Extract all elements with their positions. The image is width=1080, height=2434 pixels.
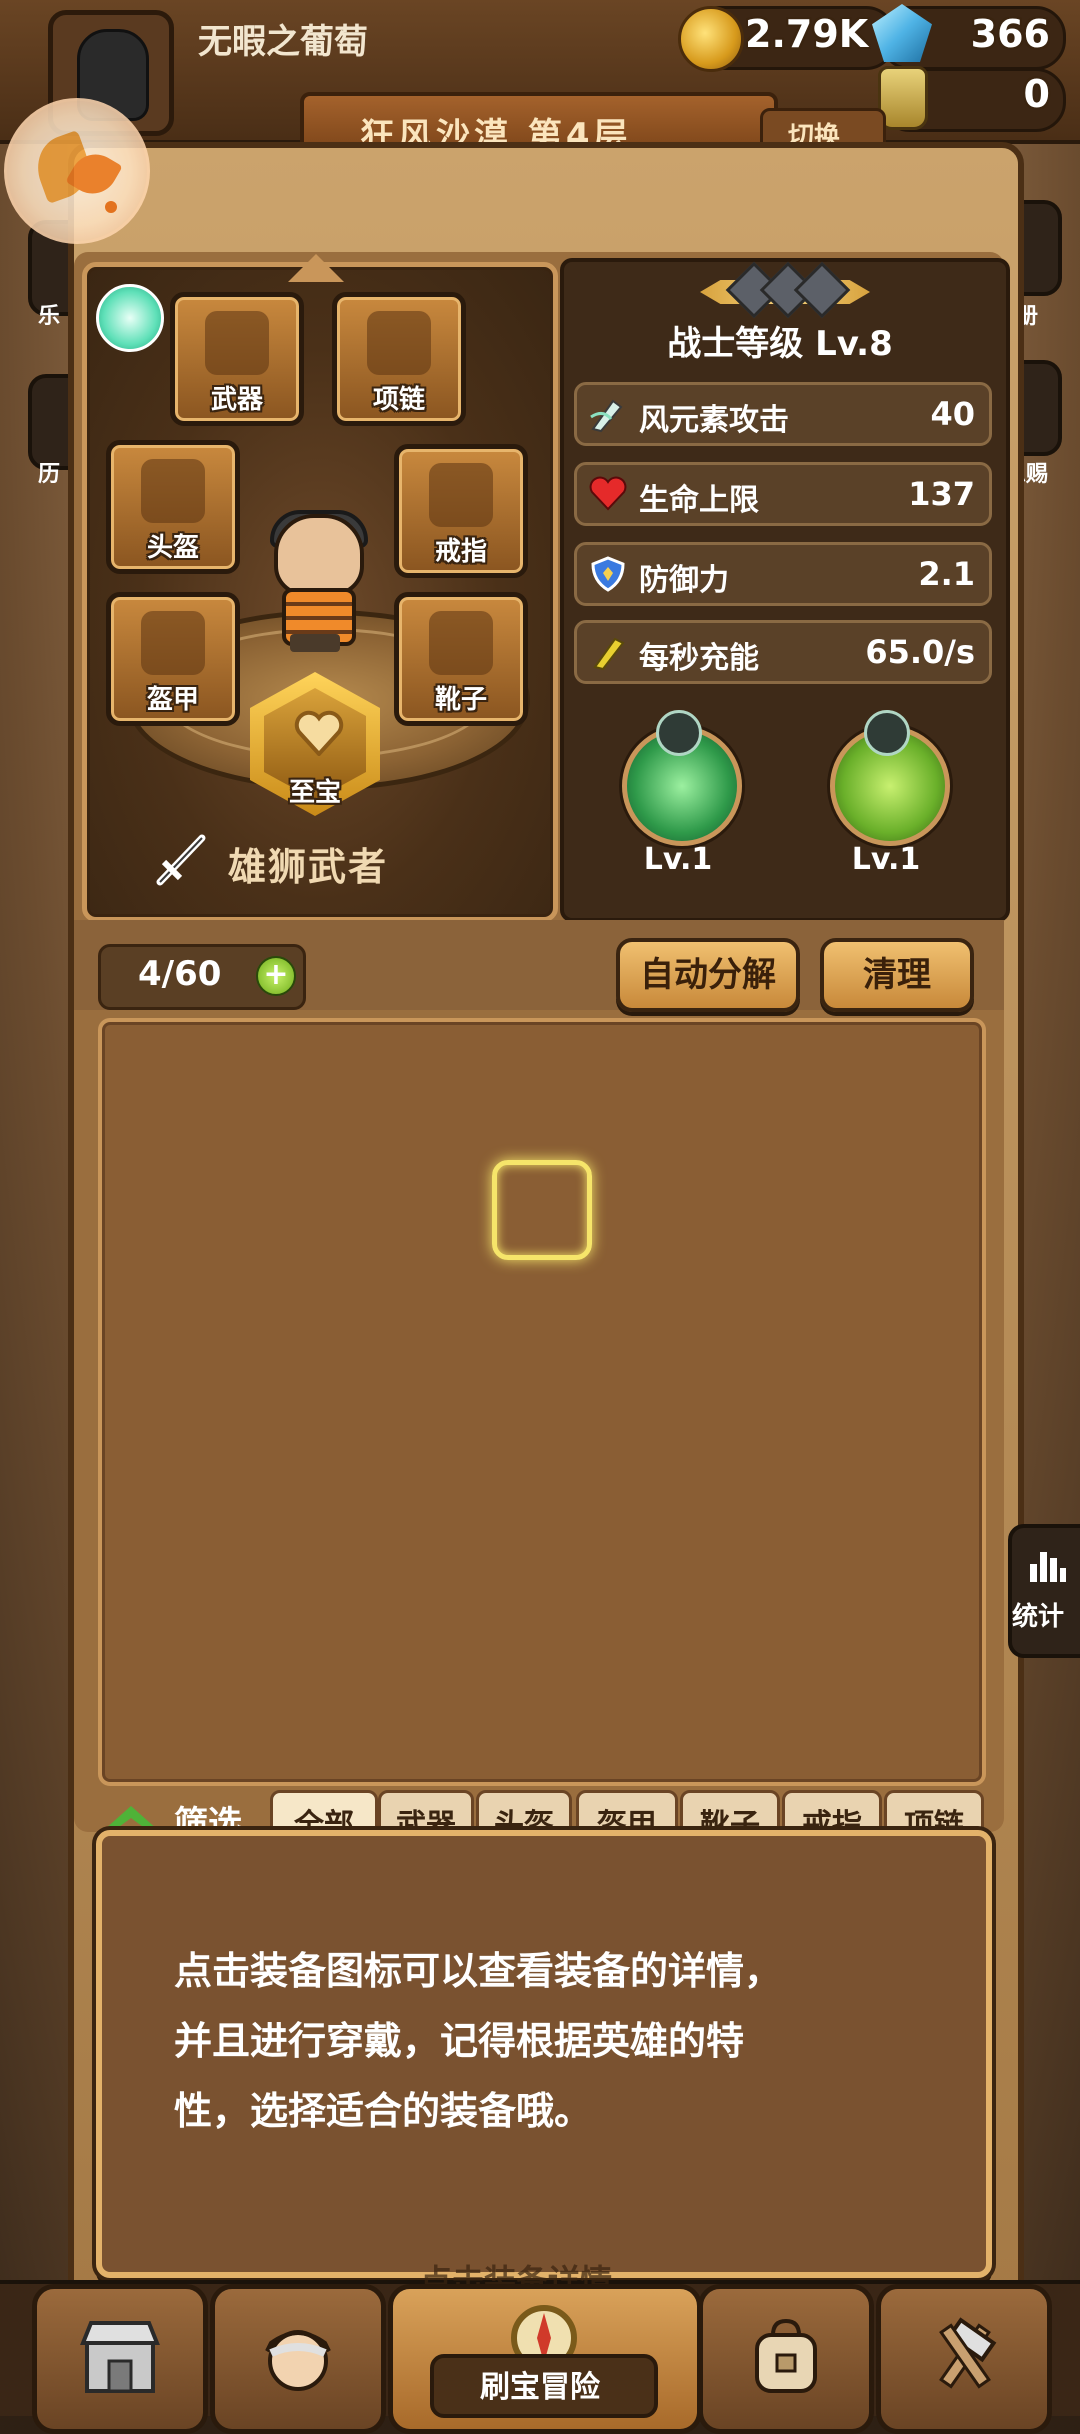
helmet-icon (141, 459, 205, 523)
side-label-left-mid: 历 (38, 462, 61, 487)
stat-label: 防御力 (639, 563, 729, 598)
tutorial-line: 并且进行穿戴，记得根据英雄的特 (174, 2019, 745, 2063)
helmet-slot-label: 头盔 (146, 533, 199, 563)
player-name: 无暇之葡萄 (198, 22, 368, 62)
necklace-icon (367, 311, 431, 375)
stat-value: 2.1 (918, 555, 975, 593)
skill-level: Lv.1 (643, 842, 713, 877)
hero-icon (265, 2330, 331, 2391)
necklace-slot[interactable]: 项链 (332, 292, 466, 426)
potion-value: 0 (1023, 72, 1050, 116)
weapon-slot[interactable]: 武器 (170, 292, 304, 426)
armor-slot-label: 盔甲 (146, 685, 199, 715)
skill-level: Lv.1 (851, 842, 921, 877)
skill-element-badge-icon (864, 710, 910, 756)
armor-slot[interactable]: 盔甲 (106, 592, 240, 726)
weapon-slot-label: 武器 (210, 385, 263, 415)
sword-class-icon (156, 834, 206, 886)
backpack-icon (755, 2318, 817, 2393)
helmet-slot[interactable]: 头盔 (106, 440, 240, 574)
expand-bag-plus-icon[interactable]: + (256, 956, 296, 996)
boots-icon (429, 611, 493, 675)
rank-diamonds-icon (700, 261, 870, 319)
stat-label: 每秒充能 (639, 641, 759, 676)
stat-value: 137 (908, 475, 975, 513)
stat-row-wind-attack[interactable]: 风元素攻击 40 (574, 382, 992, 446)
energy-icon (593, 637, 625, 671)
bar-chart-icon (1030, 1552, 1066, 1582)
necklace-slot-label: 项链 (372, 385, 425, 415)
highlighted-inventory-slot[interactable] (492, 1160, 592, 1260)
armor-icon (141, 611, 205, 675)
shop-icon (80, 2321, 160, 2393)
adventure-label: 刷宝冒险 (480, 2370, 600, 2405)
heart-icon (589, 476, 627, 511)
stat-value: 40 (930, 395, 975, 433)
statistics-button[interactable] (1008, 1524, 1080, 1658)
warrior-level: 战士等级 Lv.8 (667, 324, 893, 364)
coin-value: 2.79K (745, 12, 869, 56)
tutorial-text: 点击装备图标可以查看装备的详情， 并且进行穿戴，记得根据英雄的特 性，选择适合的… (174, 1936, 914, 2146)
treasure-heart-icon (294, 710, 344, 756)
ring-icon (429, 463, 493, 527)
boots-slot[interactable]: 靴子 (394, 592, 528, 726)
side-label-left-top: 乐 (38, 304, 61, 329)
stat-row-max-hp[interactable]: 生命上限 137 (574, 462, 992, 526)
clean-button[interactable]: 清理 (820, 938, 974, 1012)
boots-slot-label: 靴子 (434, 685, 487, 715)
sword-icon (205, 311, 269, 375)
stat-label: 风元素攻击 (639, 403, 789, 438)
stat-row-energy[interactable]: 每秒充能 65.0/s (574, 620, 992, 684)
stat-value: 65.0/s (865, 633, 975, 671)
statistics-label: 统计 (1012, 1602, 1065, 1632)
skill-element-badge-icon (656, 710, 702, 756)
ring-slot[interactable]: 戒指 (394, 444, 528, 578)
inventory-grid (98, 1018, 986, 1786)
tutorial-line: 点击装备图标可以查看装备的详情， (174, 1949, 783, 1993)
bag-count: 4/60 (138, 954, 222, 994)
auto-salvage-button[interactable]: 自动分解 (616, 938, 800, 1012)
stat-row-defense[interactable]: 防御力 2.1 (574, 542, 992, 606)
treasure-slot-label: 至宝 (288, 778, 341, 808)
coin-icon (678, 6, 744, 72)
forge-icon (939, 2317, 997, 2389)
ring-slot-label: 戒指 (434, 537, 487, 567)
hero-character[interactable] (260, 510, 370, 654)
hero-class-name: 雄狮武者 (228, 845, 389, 889)
tutorial-line: 性，选择适合的装备哦。 (174, 2089, 593, 2133)
gem-value: 366 (970, 12, 1050, 56)
app-logo-icon[interactable] (4, 98, 150, 244)
wind-element-icon[interactable] (96, 284, 164, 352)
shield-icon (591, 556, 625, 592)
stat-label: 生命上限 (639, 483, 759, 518)
wind-sword-icon (590, 399, 623, 433)
